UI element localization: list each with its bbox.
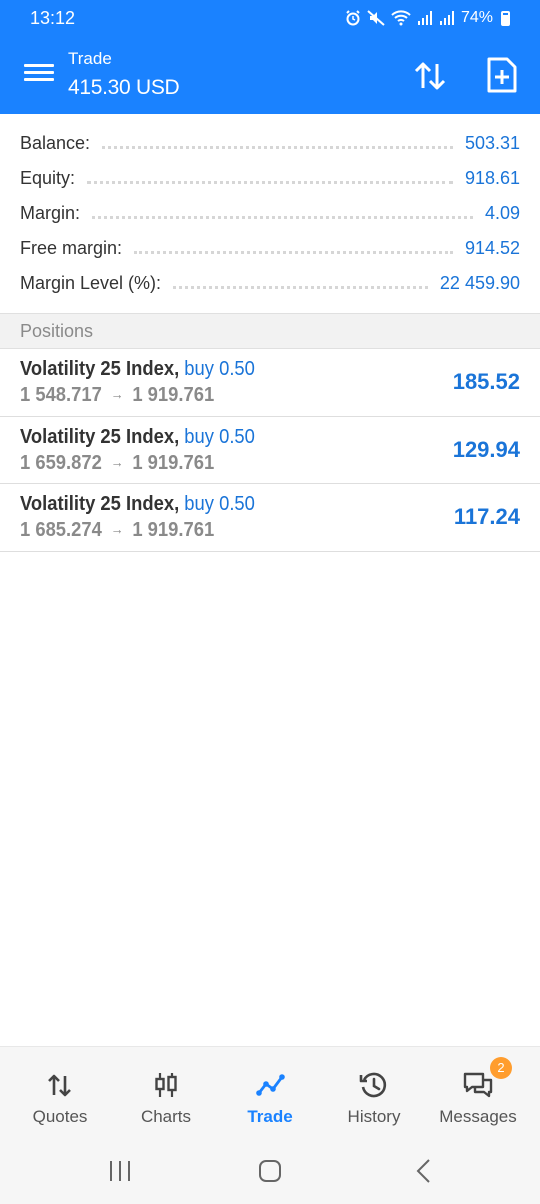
battery-icon [501,10,510,26]
position-prices: 1 548.717 → 1 919.761 [20,384,214,407]
positions-section-header: Positions [0,313,540,349]
nav-messages[interactable]: 2 Messages [424,1047,532,1139]
nav-trade[interactable]: Trade [216,1047,324,1139]
dotted-leader [173,286,428,289]
signal-icon [417,11,432,25]
sort-icon [414,62,446,90]
balance-row: Balance: 503.31 [0,126,540,161]
margin-level-row: Margin Level (%): 22 459.90 [0,266,540,301]
nav-history[interactable]: History [320,1047,428,1139]
recent-apps-button[interactable] [100,1156,140,1186]
positions-list: Volatility 25 Index, buy 0.50 1 548.717 … [0,349,540,552]
position-symbol: Volatility 25 Index, [20,358,180,380]
dotted-leader [102,146,453,149]
margin-level-value: 22 459.90 [439,273,520,293]
position-row[interactable]: Volatility 25 Index, buy 0.50 1 685.274 … [0,484,540,552]
dotted-leader [87,181,453,184]
position-side-volume: buy 0.50 [184,358,255,380]
arrow-right-icon: → [110,521,124,537]
alarm-icon [346,10,360,26]
nav-charts-label: Charts [140,1107,192,1126]
sort-button[interactable] [412,58,448,94]
position-symbol: Volatility 25 Index, [20,493,180,515]
position-row[interactable]: Volatility 25 Index, buy 0.50 1 659.872 … [0,417,540,484]
nav-charts[interactable]: Charts [112,1047,220,1139]
position-side-volume: buy 0.50 [184,493,255,515]
page-title: Trade [68,49,112,68]
battery-percent: 74% [460,9,493,26]
position-symbol: Volatility 25 Index, [20,425,180,448]
new-order-icon [487,57,517,93]
home-icon [259,1160,281,1182]
quotes-icon [48,1074,71,1097]
back-button[interactable] [404,1156,444,1186]
margin-row: Margin: 4.09 [0,196,540,231]
status-icons: 74% [345,9,510,27]
status-bar: 13:12 74% [0,0,540,36]
system-nav-bar [0,1138,540,1204]
position-open-price: 1 685.274 [20,519,102,541]
position-current-price: 1 919.761 [132,384,215,406]
margin-value: 4.09 [484,203,520,223]
dotted-leader [92,216,473,219]
nav-trade-label: Trade [247,1107,293,1126]
position-title: Volatility 25 Index, buy 0.50 [20,358,255,381]
charts-icon [155,1073,177,1097]
margin-label: Margin: [20,203,81,223]
position-prices: 1 685.274 → 1 919.761 [20,519,214,542]
nav-messages-label: Messages [439,1107,517,1126]
position-profit: 185.52 [452,369,520,394]
new-order-button[interactable] [486,56,522,94]
messages-badge: 2 [490,1057,512,1079]
free-margin-value: 914.52 [464,238,520,258]
recent-apps-icon [110,1161,130,1181]
position-current-price: 1 919.761 [132,519,215,541]
position-open-price: 1 548.717 [20,384,102,406]
nav-quotes[interactable]: Quotes [6,1047,114,1139]
mute-icon [367,10,385,26]
free-margin-row: Free margin: 914.52 [0,231,540,266]
history-icon [359,1072,387,1098]
home-button[interactable] [250,1156,290,1186]
balance-value: 503.31 [464,133,520,153]
equity-row: Equity: 918.61 [0,161,540,196]
position-prices: 1 659.872 → 1 919.761 [20,452,214,475]
signal-icon [439,11,454,25]
bottom-nav: Quotes Charts Trade History 2 Messages [0,1046,540,1138]
account-summary: Balance: 503.31 Equity: 918.61 Margin: 4… [0,126,540,301]
position-profit: 129.94 [452,436,520,462]
app-header: Trade 415.30 USD [0,36,540,114]
dotted-leader [134,251,453,254]
position-row[interactable]: Volatility 25 Index, buy 0.50 1 548.717 … [0,349,540,417]
wifi-icon [391,10,411,26]
balance-label: Balance: [20,133,91,153]
equity-value: 918.61 [464,168,520,188]
trade-icon [256,1074,285,1096]
arrow-right-icon: → [110,453,124,470]
account-balance-header: 415.30 USD [68,76,180,99]
position-current-price: 1 919.761 [132,451,215,474]
margin-level-label: Margin Level (%): [20,273,162,293]
nav-history-label: History [347,1107,401,1126]
position-side-volume: buy 0.50 [184,425,255,448]
arrow-right-icon: → [110,386,124,402]
position-open-price: 1 659.872 [20,451,102,474]
nav-quotes-label: Quotes [32,1107,88,1126]
back-icon [416,1159,430,1183]
position-title: Volatility 25 Index, buy 0.50 [20,493,255,516]
equity-label: Equity: [20,168,76,188]
position-profit: 117.24 [453,504,520,529]
status-time: 13:12 [30,7,76,28]
messages-icon [463,1072,493,1098]
position-title: Volatility 25 Index, buy 0.50 [20,426,255,449]
free-margin-label: Free margin: [20,238,123,258]
menu-button[interactable] [24,60,54,90]
